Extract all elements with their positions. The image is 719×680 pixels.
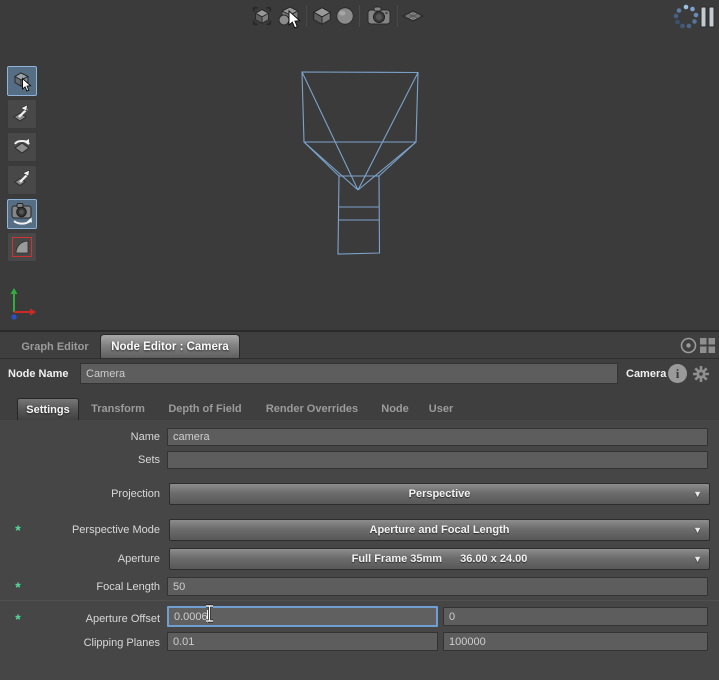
perspective-mode-dropdown[interactable]: Aperture and Focal Length ▼ xyxy=(169,519,710,541)
tab-user[interactable]: User xyxy=(424,403,458,415)
aperture-size: 36.00 x 24.00 xyxy=(460,553,527,565)
chevron-down-icon: ▼ xyxy=(693,489,702,499)
tab-node-editor[interactable]: Node Editor : Camera xyxy=(100,334,240,358)
sets-label: Sets xyxy=(0,454,160,466)
viewport[interactable] xyxy=(0,0,719,330)
gear-icon[interactable] xyxy=(691,364,711,384)
chevron-down-icon: ▼ xyxy=(693,554,702,564)
tab-transform[interactable]: Transform xyxy=(88,403,148,415)
focal-length-input[interactable] xyxy=(167,577,708,596)
row-separator xyxy=(0,600,719,601)
tab-render-overrides[interactable]: Render Overrides xyxy=(260,403,364,415)
clipping-planes-label: Clipping Planes xyxy=(0,637,160,649)
perspective-mode-label: Perspective Mode xyxy=(0,524,160,536)
application-window: Graph Editor Node Editor : Camera Node N… xyxy=(0,0,719,680)
tab-graph-editor[interactable]: Graph Editor xyxy=(12,341,98,353)
aperture-label: Aperture xyxy=(0,553,160,565)
name-input[interactable] xyxy=(167,428,708,446)
tab-node[interactable]: Node xyxy=(376,403,414,415)
projection-label: Projection xyxy=(0,488,160,500)
axis-gizmo xyxy=(11,288,37,320)
node-name-input[interactable] xyxy=(80,363,618,384)
projection-dropdown[interactable]: Perspective ▼ xyxy=(169,483,710,505)
node-name-label: Node Name xyxy=(8,368,69,380)
name-label: Name xyxy=(0,431,160,443)
tabstrip-divider xyxy=(0,358,719,359)
aperture-offset-label: Aperture Offset xyxy=(0,613,160,625)
focal-length-label: Focal Length xyxy=(0,581,160,593)
sets-input[interactable] xyxy=(167,451,708,469)
tab-depth-of-field[interactable]: Depth of Field xyxy=(162,403,248,415)
aperture-offset-y-input[interactable] xyxy=(443,607,708,626)
target-icon[interactable] xyxy=(680,337,697,354)
mouse-cursor-ibeam xyxy=(203,604,216,623)
clipping-near-input[interactable] xyxy=(167,632,438,651)
perspective-mode-value: Aperture and Focal Length xyxy=(370,524,510,536)
projection-value: Perspective xyxy=(409,488,471,500)
aperture-preset-name: Full Frame 35mm xyxy=(352,553,442,565)
tab-settings[interactable]: Settings xyxy=(17,398,79,420)
chevron-down-icon: ▼ xyxy=(693,525,702,535)
aperture-dropdown[interactable]: Full Frame 35mm 36.00 x 24.00 ▼ xyxy=(169,548,710,570)
clipping-far-input[interactable] xyxy=(443,632,708,651)
info-icon[interactable]: i xyxy=(668,364,687,383)
node-type-label: Camera xyxy=(626,368,666,380)
camera-wireframe xyxy=(302,72,418,254)
grid-layout-icon[interactable] xyxy=(699,337,716,354)
